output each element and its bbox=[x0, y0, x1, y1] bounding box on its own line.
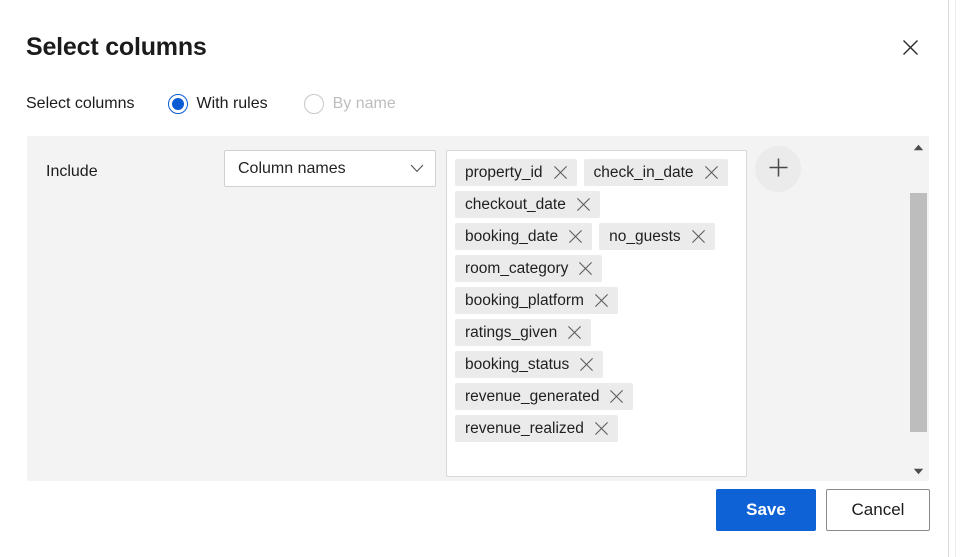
save-button[interactable]: Save bbox=[716, 489, 816, 531]
select-columns-mode-row: Select columns With rules By name bbox=[26, 92, 396, 116]
radio-by-name[interactable]: By name bbox=[303, 93, 396, 115]
column-names-dropdown[interactable]: Column names bbox=[224, 150, 436, 187]
radio-by-name-label: By name bbox=[332, 95, 396, 112]
remove-tag-icon[interactable] bbox=[609, 389, 624, 404]
column-tag: checkout_date bbox=[455, 191, 600, 218]
scrollbar-track[interactable] bbox=[908, 157, 929, 460]
triangle-down-icon bbox=[913, 463, 924, 478]
rule-panel: Include Column names property_id check_in… bbox=[27, 136, 929, 481]
column-names-dropdown-value: Column names bbox=[238, 159, 346, 177]
page-title: Select columns bbox=[26, 33, 207, 61]
select-columns-mode-label: Select columns bbox=[26, 95, 135, 112]
remove-tag-icon[interactable] bbox=[576, 197, 591, 212]
remove-tag-icon[interactable] bbox=[594, 293, 609, 308]
tag-container: property_id check_in_date checkout_dateboo… bbox=[455, 159, 739, 442]
column-tag: booking_date bbox=[455, 223, 593, 250]
column-tag-label: booking_date bbox=[465, 227, 559, 245]
column-tag: check_in_date bbox=[583, 159, 728, 186]
chevron-down-icon bbox=[410, 160, 424, 178]
remove-tag-icon[interactable] bbox=[579, 357, 594, 372]
remove-tag-icon[interactable] bbox=[578, 261, 593, 276]
rule-panel-scrollbar[interactable] bbox=[908, 136, 929, 481]
column-tag-label: ratings_given bbox=[465, 323, 558, 341]
remove-tag-icon[interactable] bbox=[568, 229, 583, 244]
column-tag: ratings_given bbox=[455, 319, 592, 346]
scrollbar-thumb[interactable] bbox=[910, 193, 927, 432]
add-rule-button[interactable] bbox=[755, 146, 801, 192]
column-tag-label: property_id bbox=[465, 163, 543, 181]
close-icon bbox=[902, 39, 919, 56]
scroll-down-button[interactable] bbox=[908, 460, 929, 481]
column-tag: no_guests bbox=[599, 223, 715, 250]
radio-with-rules[interactable]: With rules bbox=[167, 93, 268, 115]
radio-by-name-mark bbox=[303, 94, 324, 114]
select-columns-dialog: Select columns Select columns With rules… bbox=[0, 0, 948, 557]
column-tag: revenue_generated bbox=[455, 383, 634, 410]
triangle-up-icon bbox=[913, 139, 924, 154]
background-window-edge-outer bbox=[955, 0, 956, 557]
background-window-edge bbox=[948, 0, 949, 557]
column-tag: booking_status bbox=[455, 351, 604, 378]
close-dialog-button[interactable] bbox=[891, 28, 929, 66]
remove-tag-icon[interactable] bbox=[704, 165, 719, 180]
include-label: Include bbox=[46, 163, 98, 180]
radio-with-rules-label: With rules bbox=[196, 95, 268, 112]
radio-with-rules-mark bbox=[167, 94, 188, 114]
remove-tag-icon[interactable] bbox=[594, 421, 609, 436]
remove-tag-icon[interactable] bbox=[553, 165, 568, 180]
selected-columns-tag-list[interactable]: property_id check_in_date checkout_dateboo… bbox=[446, 150, 747, 477]
column-tag: booking_platform bbox=[455, 287, 618, 314]
column-tag: property_id bbox=[455, 159, 577, 186]
remove-tag-icon[interactable] bbox=[567, 325, 582, 340]
column-tag-label: no_guests bbox=[609, 227, 681, 245]
remove-tag-icon[interactable] bbox=[691, 229, 706, 244]
column-tag-label: revenue_realized bbox=[465, 419, 584, 437]
scroll-up-button[interactable] bbox=[908, 136, 929, 157]
column-tag: room_category bbox=[455, 255, 603, 282]
column-tag-label: booking_status bbox=[465, 355, 570, 373]
plus-icon bbox=[768, 157, 789, 181]
column-tag-label: booking_platform bbox=[465, 291, 584, 309]
column-tag-label: revenue_generated bbox=[465, 387, 600, 405]
cancel-button[interactable]: Cancel bbox=[826, 489, 930, 531]
column-tag-label: checkout_date bbox=[465, 195, 566, 213]
column-tag: revenue_realized bbox=[455, 415, 618, 442]
dialog-footer: Save Cancel bbox=[0, 489, 948, 557]
column-tag-label: check_in_date bbox=[593, 163, 694, 181]
column-tag-label: room_category bbox=[465, 259, 569, 277]
